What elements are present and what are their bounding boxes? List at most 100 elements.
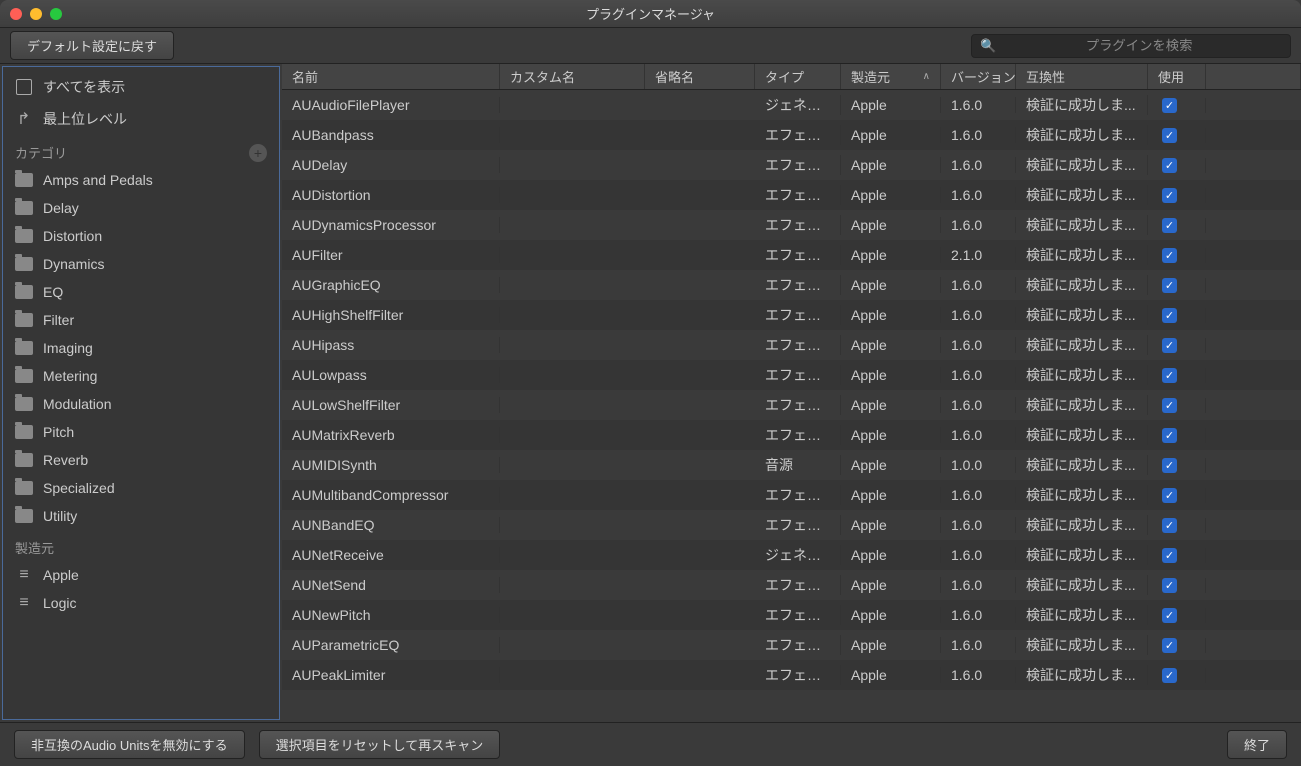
use-checkbox[interactable]: ✓ — [1162, 248, 1177, 263]
cell-version: 1.6.0 — [941, 277, 1016, 293]
column-name[interactable]: 名前 — [282, 64, 500, 89]
use-checkbox[interactable]: ✓ — [1162, 158, 1177, 173]
column-custom[interactable]: カスタム名 — [500, 64, 645, 89]
table-row[interactable]: AULowpassエフェクトApple1.6.0検証に成功しま...✓ — [282, 360, 1301, 390]
close-icon[interactable] — [10, 8, 22, 20]
table-row[interactable]: AUDistortionエフェクトApple1.6.0検証に成功しま...✓ — [282, 180, 1301, 210]
cell-manufacturer: Apple — [841, 277, 941, 293]
table-row[interactable]: AUAudioFilePlayerジェネレ...Apple1.6.0検証に成功し… — [282, 90, 1301, 120]
add-category-icon[interactable]: + — [249, 144, 267, 162]
table-row[interactable]: AUPeakLimiterエフェクトApple1.6.0検証に成功しま...✓ — [282, 660, 1301, 690]
footer: 非互換のAudio Unitsを無効にする 選択項目をリセットして再スキャン 終… — [0, 722, 1301, 766]
search-input[interactable] — [996, 38, 1282, 53]
sidebar-category-item[interactable]: Delay — [3, 194, 279, 222]
use-checkbox[interactable]: ✓ — [1162, 98, 1177, 113]
use-checkbox[interactable]: ✓ — [1162, 398, 1177, 413]
table-row[interactable]: AUMultibandCompressorエフェクトApple1.6.0検証に成… — [282, 480, 1301, 510]
use-checkbox[interactable]: ✓ — [1162, 578, 1177, 593]
table-row[interactable]: AULowShelfFilterエフェクトApple1.6.0検証に成功しま..… — [282, 390, 1301, 420]
sidebar-item-label: Apple — [43, 567, 79, 583]
cell-use: ✓ — [1148, 158, 1206, 173]
cell-type: エフェクト — [755, 125, 841, 145]
sidebar-category-item[interactable]: Reverb — [3, 446, 279, 474]
cell-use: ✓ — [1148, 488, 1206, 503]
table-row[interactable]: AUDelayエフェクトApple1.6.0検証に成功しま...✓ — [282, 150, 1301, 180]
cell-compat: 検証に成功しま... — [1016, 455, 1148, 475]
use-checkbox[interactable]: ✓ — [1162, 518, 1177, 533]
use-checkbox[interactable]: ✓ — [1162, 428, 1177, 443]
sidebar-category-item[interactable]: Specialized — [3, 474, 279, 502]
cell-manufacturer: Apple — [841, 607, 941, 623]
use-checkbox[interactable]: ✓ — [1162, 668, 1177, 683]
disable-incompat-button[interactable]: 非互換のAudio Unitsを無効にする — [14, 730, 245, 759]
table-row[interactable]: AUMIDISynth音源Apple1.0.0検証に成功しま...✓ — [282, 450, 1301, 480]
cell-use: ✓ — [1148, 218, 1206, 233]
use-checkbox[interactable]: ✓ — [1162, 278, 1177, 293]
sidebar-category-item[interactable]: Filter — [3, 306, 279, 334]
reset-defaults-button[interactable]: デフォルト設定に戻す — [10, 31, 174, 60]
sidebar-category-item[interactable]: Utility — [3, 502, 279, 530]
column-version[interactable]: バージョン — [941, 64, 1016, 89]
cell-version: 1.6.0 — [941, 637, 1016, 653]
cell-name: AUHighShelfFilter — [282, 307, 500, 323]
use-checkbox[interactable]: ✓ — [1162, 458, 1177, 473]
use-checkbox[interactable]: ✓ — [1162, 608, 1177, 623]
use-checkbox[interactable]: ✓ — [1162, 128, 1177, 143]
table-row[interactable]: AUGraphicEQエフェクトApple1.6.0検証に成功しま...✓ — [282, 270, 1301, 300]
column-manufacturer[interactable]: 製造元 ∧ — [841, 64, 941, 89]
done-button[interactable]: 終了 — [1227, 730, 1287, 759]
sidebar-category-item[interactable]: Imaging — [3, 334, 279, 362]
table-row[interactable]: AUNetSendエフェクトApple1.6.0検証に成功しま...✓ — [282, 570, 1301, 600]
folder-icon — [15, 452, 33, 468]
cell-compat: 検証に成功しま... — [1016, 665, 1148, 685]
use-checkbox[interactable]: ✓ — [1162, 308, 1177, 323]
use-checkbox[interactable]: ✓ — [1162, 188, 1177, 203]
table-row[interactable]: AUNewPitchエフェクトApple1.6.0検証に成功しま...✓ — [282, 600, 1301, 630]
search-field[interactable]: 🔍 — [971, 34, 1291, 58]
table-row[interactable]: AUNBandEQエフェクトApple1.6.0検証に成功しま...✓ — [282, 510, 1301, 540]
table-row[interactable]: AUHighShelfFilterエフェクトApple1.6.0検証に成功しま.… — [282, 300, 1301, 330]
use-checkbox[interactable]: ✓ — [1162, 338, 1177, 353]
sidebar-category-item[interactable]: Distortion — [3, 222, 279, 250]
cell-type: ジェネレ... — [755, 545, 841, 565]
window-title: プラグインマネージャ — [586, 4, 715, 23]
use-checkbox[interactable]: ✓ — [1162, 368, 1177, 383]
column-use[interactable]: 使用 — [1148, 64, 1206, 89]
sidebar-item-label: Logic — [43, 595, 76, 611]
cell-manufacturer: Apple — [841, 547, 941, 563]
column-type[interactable]: タイプ — [755, 64, 841, 89]
sidebar-top-level[interactable]: 最上位レベル — [3, 103, 279, 135]
table-row[interactable]: AUHipassエフェクトApple1.6.0検証に成功しま...✓ — [282, 330, 1301, 360]
sidebar-category-item[interactable]: Dynamics — [3, 250, 279, 278]
cell-use: ✓ — [1148, 668, 1206, 683]
cell-use: ✓ — [1148, 248, 1206, 263]
use-checkbox[interactable]: ✓ — [1162, 488, 1177, 503]
table-body[interactable]: AUAudioFilePlayerジェネレ...Apple1.6.0検証に成功し… — [282, 90, 1301, 722]
sidebar-category-item[interactable]: Modulation — [3, 390, 279, 418]
use-checkbox[interactable]: ✓ — [1162, 548, 1177, 563]
column-compat[interactable]: 互換性 — [1016, 64, 1148, 89]
reset-rescan-button[interactable]: 選択項目をリセットして再スキャン — [259, 730, 501, 759]
minimize-icon[interactable] — [30, 8, 42, 20]
table-row[interactable]: AUDynamicsProcessorエフェクトApple1.6.0検証に成功し… — [282, 210, 1301, 240]
use-checkbox[interactable]: ✓ — [1162, 638, 1177, 653]
sidebar-show-all[interactable]: すべてを表示 — [3, 71, 279, 103]
sidebar-category-item[interactable]: Amps and Pedals — [3, 166, 279, 194]
zoom-icon[interactable] — [50, 8, 62, 20]
cell-compat: 検証に成功しま... — [1016, 575, 1148, 595]
cell-name: AUFilter — [282, 247, 500, 263]
sidebar-manufacturer-item[interactable]: Logic — [3, 589, 279, 617]
sidebar-item-label: Filter — [43, 312, 74, 328]
table-row[interactable]: AUMatrixReverbエフェクトApple1.6.0検証に成功しま...✓ — [282, 420, 1301, 450]
sidebar-category-item[interactable]: Metering — [3, 362, 279, 390]
use-checkbox[interactable]: ✓ — [1162, 218, 1177, 233]
table-row[interactable]: AUNetReceiveジェネレ...Apple1.6.0検証に成功しま...✓ — [282, 540, 1301, 570]
table-row[interactable]: AUBandpassエフェクトApple1.6.0検証に成功しま...✓ — [282, 120, 1301, 150]
column-abbrev[interactable]: 省略名 — [645, 64, 755, 89]
sidebar-category-item[interactable]: EQ — [3, 278, 279, 306]
cell-version: 2.1.0 — [941, 247, 1016, 263]
table-row[interactable]: AUFilterエフェクトApple2.1.0検証に成功しま...✓ — [282, 240, 1301, 270]
table-row[interactable]: AUParametricEQエフェクトApple1.6.0検証に成功しま...✓ — [282, 630, 1301, 660]
sidebar-manufacturer-item[interactable]: Apple — [3, 561, 279, 589]
sidebar-category-item[interactable]: Pitch — [3, 418, 279, 446]
